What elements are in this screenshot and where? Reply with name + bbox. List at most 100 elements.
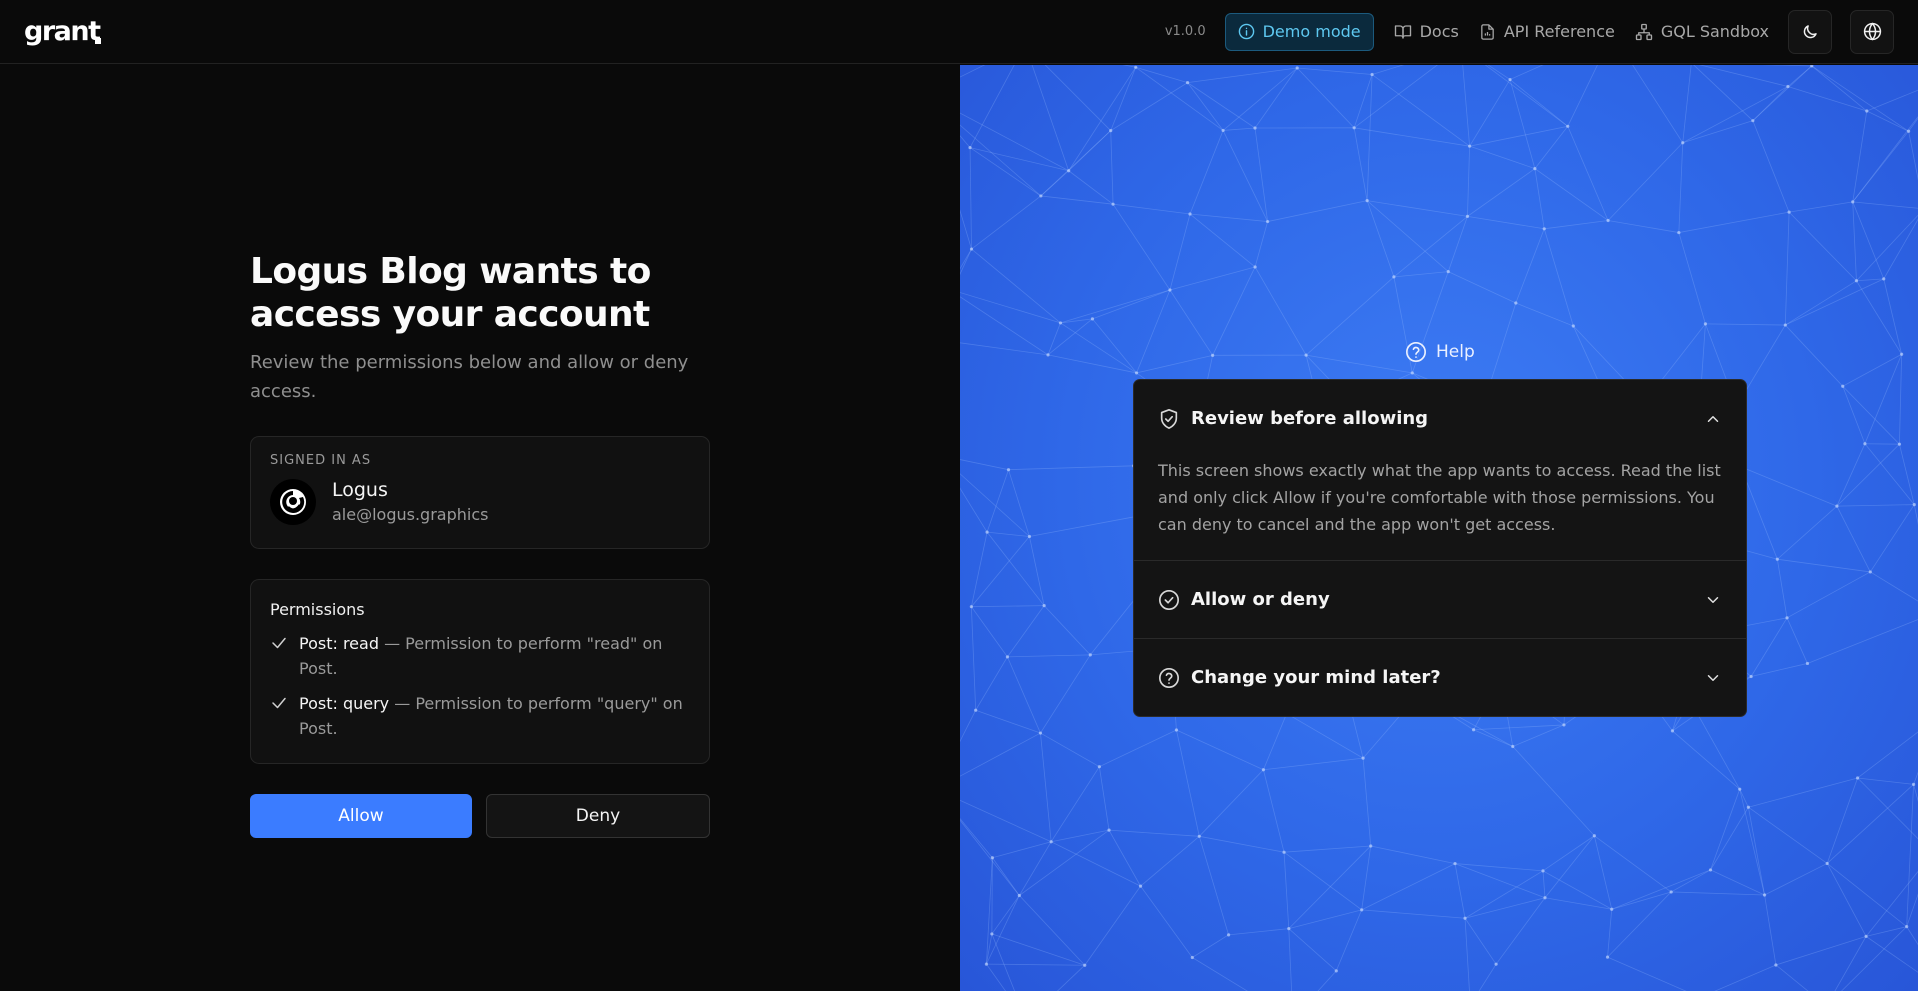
network-node <box>1855 776 1860 780</box>
network-line <box>1913 784 1918 802</box>
accordion-trigger-allow-deny[interactable]: Allow or deny <box>1134 561 1746 638</box>
network-line <box>1678 142 1684 233</box>
allow-button[interactable]: Allow <box>250 794 472 838</box>
network-node <box>1592 834 1596 838</box>
deny-button[interactable]: Deny <box>486 794 710 838</box>
network-node <box>1911 782 1916 786</box>
network-line <box>1169 213 1191 291</box>
accordion-item-review: Review before allowing This screen shows… <box>1134 380 1746 561</box>
network-line <box>1495 897 1546 965</box>
network-line <box>1899 354 1903 445</box>
network-line <box>1254 266 1307 356</box>
network-node <box>1865 109 1869 113</box>
chevron-up-icon <box>1707 415 1719 422</box>
network-node <box>1669 890 1673 894</box>
network-line <box>986 963 1006 991</box>
network-line <box>1864 354 1903 444</box>
network-line <box>960 799 1052 843</box>
network-line <box>1515 302 1574 327</box>
grant-logo[interactable]: grant <box>24 16 101 47</box>
network-line <box>1029 536 1045 606</box>
docs-link[interactable]: Docs <box>1394 22 1459 41</box>
network-node <box>1392 275 1396 279</box>
network-node <box>1863 442 1867 446</box>
theme-toggle-button[interactable] <box>1788 9 1832 54</box>
network-node <box>1854 279 1859 283</box>
network-node <box>1562 723 1566 727</box>
gql-sandbox-link[interactable]: GQL Sandbox <box>1635 22 1769 41</box>
network-line <box>1869 504 1915 573</box>
network-line <box>992 841 1052 859</box>
network-line <box>1739 789 1749 808</box>
network-line <box>1842 385 1900 445</box>
network-line <box>1393 271 1449 278</box>
logo-dot <box>94 38 101 44</box>
network-node <box>1266 219 1270 224</box>
permission-name: Post: query <box>299 694 390 713</box>
network-node <box>1463 916 1467 920</box>
network-line <box>1509 65 1544 80</box>
network-node <box>1190 955 1194 960</box>
network-line <box>971 248 1061 324</box>
account-row: Logus ale@logus.graphics <box>270 478 690 526</box>
network-line <box>1714 964 1777 991</box>
network-line <box>1857 731 1918 779</box>
permissions-list: Post: read — Permission to perform "read… <box>270 631 690 741</box>
network-line <box>1007 656 1041 734</box>
network-line <box>1670 869 1711 893</box>
network-node <box>1751 119 1755 123</box>
network-line <box>1464 918 1470 991</box>
network-line <box>960 459 1009 471</box>
network-node <box>1681 141 1685 145</box>
network-node <box>1282 850 1286 854</box>
network-line <box>1672 730 1740 790</box>
network-node <box>1465 214 1470 218</box>
network-line <box>1448 271 1516 304</box>
network-line <box>1807 619 1918 664</box>
network-line <box>1263 713 1288 770</box>
network-node <box>1221 128 1225 133</box>
network-node <box>1542 227 1546 231</box>
network-node <box>1410 371 1414 375</box>
network-node <box>984 962 989 966</box>
network-line <box>1040 130 1111 197</box>
network-node <box>1905 925 1909 929</box>
api-reference-link[interactable]: API Reference <box>1479 22 1615 41</box>
accordion-trigger-review[interactable]: Review before allowing <box>1134 380 1746 457</box>
network-line <box>1112 203 1171 291</box>
network-node <box>1851 200 1855 204</box>
network-line <box>1786 617 1808 664</box>
network-line <box>1212 266 1256 356</box>
moon-icon <box>1803 24 1817 38</box>
network-node <box>1369 844 1373 848</box>
network-line <box>1913 504 1918 525</box>
network-node <box>1058 321 1063 325</box>
accordion-question: Review before allowing <box>1191 408 1429 429</box>
network-line <box>1192 957 1248 991</box>
network-line <box>1354 127 1470 147</box>
accordion-trigger-change-mind[interactable]: Change your mind later? <box>1134 639 1746 716</box>
network-line <box>1043 605 1091 656</box>
network-line <box>1089 595 1138 656</box>
network-line <box>1068 170 1114 205</box>
network-line <box>1811 65 1868 112</box>
network-line <box>1464 870 1544 919</box>
network-line <box>1740 466 1838 507</box>
demo-mode-badge[interactable]: Demo mode <box>1224 12 1374 51</box>
network-line <box>1705 323 1786 326</box>
language-button[interactable] <box>1850 9 1894 54</box>
network-line <box>1136 354 1213 374</box>
network-line <box>1029 516 1137 537</box>
chevron-down-icon <box>1707 674 1719 681</box>
network-node <box>1361 756 1365 760</box>
network-line <box>1176 729 1200 837</box>
network-line <box>1462 65 1471 147</box>
network-line <box>1199 835 1285 853</box>
network-line <box>1512 746 1595 837</box>
network-line <box>1008 465 1134 471</box>
network-line <box>1761 65 1812 67</box>
network-line <box>1865 870 1918 937</box>
network-line <box>1361 909 1466 919</box>
network-line <box>1693 65 1754 121</box>
network-line <box>1836 504 1915 507</box>
